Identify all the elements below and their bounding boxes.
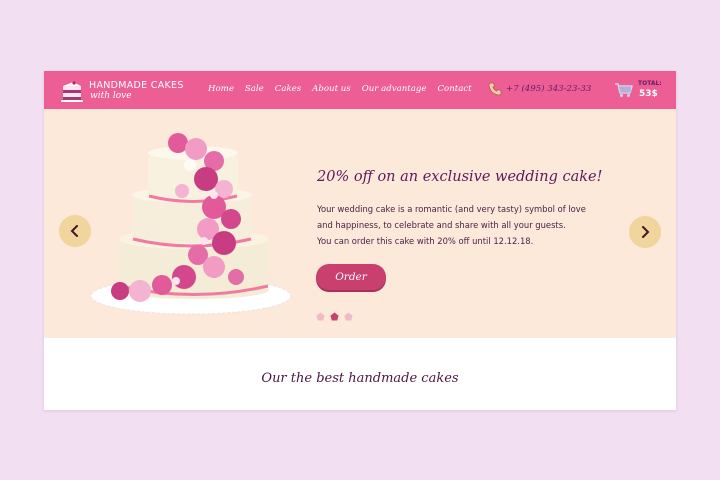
nav-item-home[interactable]: Home [208, 84, 234, 94]
site-logo[interactable]: HANDMADE CAKES with love [60, 80, 185, 104]
phone-number: +7 (495) 343-23-33 [506, 84, 592, 94]
cake-logo-icon [61, 81, 83, 102]
brand-subtitle: with love [90, 91, 132, 101]
slide-dot-3[interactable] [344, 312, 353, 321]
slider-next-button[interactable] [629, 216, 661, 248]
nav-item-cakes[interactable]: Cakes [275, 84, 301, 94]
cart-icon [615, 83, 633, 97]
brand-title: HANDMADE CAKES [89, 80, 184, 91]
slider-pagination [316, 312, 353, 321]
nav-item-sale[interactable]: Sale [245, 84, 264, 94]
chevron-right-icon [642, 226, 650, 238]
hero-description-line: Your wedding cake is a romantic (and ver… [317, 204, 586, 214]
nav-item-contact[interactable]: Contact [437, 84, 471, 94]
hero-title: 20% off on an exclusive wedding cake! [317, 169, 603, 185]
cart-total-label: TOTAL: [638, 80, 662, 87]
phone-contact[interactable]: +7 (495) 343-23-33 [488, 82, 591, 96]
nav-item-our-advantage[interactable]: Our advantage [362, 84, 427, 94]
landing-page: HANDMADE CAKES with love Home Sale Cakes… [44, 71, 676, 410]
chevron-left-icon [70, 225, 78, 237]
hero-description-line: You can order this cake with 20% off unt… [317, 236, 534, 246]
phone-icon [488, 82, 502, 96]
order-button[interactable]: Order [316, 264, 386, 290]
cart-total-value: 53$ [639, 89, 658, 99]
hero-slider: 20% off on an exclusive wedding cake! Yo… [44, 109, 676, 338]
section-title: Our the best handmade cakes [261, 371, 459, 386]
slide-dot-2-active[interactable] [330, 312, 339, 321]
main-nav: Home Sale Cakes About us Our advantage C… [208, 84, 483, 94]
hero-description-line: and happiness, to celebrate and share wi… [317, 220, 566, 230]
nav-item-about-us[interactable]: About us [312, 84, 351, 94]
hero-description: Your wedding cake is a romantic (and ver… [317, 201, 602, 249]
slide-dot-1[interactable] [316, 312, 325, 321]
site-header: HANDMADE CAKES with love Home Sale Cakes… [44, 71, 676, 109]
wedding-cake-image [90, 133, 292, 315]
